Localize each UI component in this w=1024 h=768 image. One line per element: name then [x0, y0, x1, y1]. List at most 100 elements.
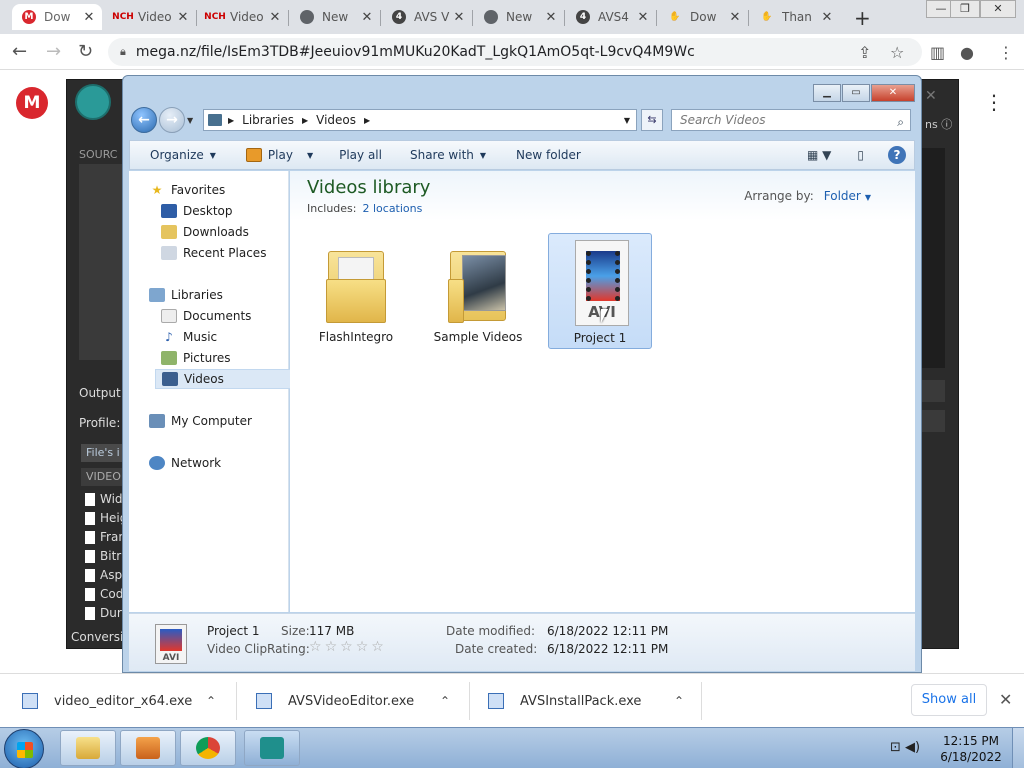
download-item[interactable]: AVSVideoEditor.exe ⌃: [256, 674, 466, 728]
new-folder-button[interactable]: New folder: [516, 148, 581, 162]
close-icon[interactable]: ✕: [82, 10, 96, 25]
breadcrumb[interactable]: ▶ Libraries ▶ Videos ▶ ▼: [203, 109, 637, 131]
tab-4[interactable]: 4 AVS V ✕: [382, 4, 472, 30]
show-all-button[interactable]: Show all: [911, 684, 987, 716]
new-tab-button[interactable]: +: [854, 6, 871, 30]
close-icon[interactable]: ✕: [452, 10, 466, 25]
nav-network[interactable]: Network: [149, 453, 221, 473]
menu-kebab-icon[interactable]: ⋮: [998, 43, 1014, 62]
forward-icon[interactable]: →: [46, 41, 61, 62]
tray-icons[interactable]: ⊡ ◀︎): [890, 740, 920, 755]
profile-icon[interactable]: ●: [960, 43, 974, 62]
taskbar-chrome[interactable]: [180, 730, 236, 766]
tab-2[interactable]: NCH Video ✕: [198, 4, 288, 30]
tab-6[interactable]: 4 AVS4 ✕: [566, 4, 656, 30]
minimize-button[interactable]: ▁: [813, 84, 841, 102]
taskbar: ⊡ ◀︎) 12:15 PM 6/18/2022: [0, 727, 1024, 768]
info-icon[interactable]: ns ⓘ: [925, 116, 952, 132]
nav-videos[interactable]: Videos: [155, 369, 307, 389]
close-button[interactable]: ✕: [871, 84, 915, 102]
tab-5[interactable]: New ✕: [474, 4, 564, 30]
close-icon[interactable]: ✕: [544, 10, 558, 25]
close-window-button[interactable]: ✕: [980, 0, 1016, 18]
forward-button[interactable]: →: [159, 107, 185, 133]
lock-icon: 🔒︎: [120, 45, 126, 58]
close-icon[interactable]: ✕: [728, 10, 742, 25]
tab-1[interactable]: NCH Video ✕: [106, 4, 196, 30]
close-icon[interactable]: ✕: [999, 690, 1012, 709]
share-with-button[interactable]: Share with ▼: [410, 148, 486, 162]
close-icon[interactable]: ✕: [360, 10, 374, 25]
start-button[interactable]: [4, 729, 44, 768]
chevron-up-icon[interactable]: ⌃: [674, 694, 684, 708]
tab-8[interactable]: ✋ Than ✕: [750, 4, 840, 30]
tab-7[interactable]: ✋ Dow ✕: [658, 4, 748, 30]
play-all-button[interactable]: Play all: [339, 148, 382, 162]
chevron-down-icon[interactable]: ▼: [865, 193, 871, 202]
locations-link[interactable]: 2 locations: [362, 202, 422, 215]
download-item[interactable]: video_editor_x64.exe ⌃: [22, 674, 232, 728]
nav-music[interactable]: ♪ Music: [161, 327, 217, 347]
pictures-icon: [161, 351, 177, 365]
breadcrumb-libraries[interactable]: Libraries: [242, 113, 294, 127]
app-logo-icon: [75, 84, 111, 120]
help-icon[interactable]: ?: [888, 146, 906, 164]
search-input[interactable]: Search Videos ⌕: [671, 109, 911, 131]
nav-desktop[interactable]: Desktop: [161, 201, 233, 221]
change-view-icon[interactable]: ▦ ▼: [807, 148, 831, 162]
close-icon[interactable]: ✕: [925, 88, 937, 104]
nav-favorites[interactable]: ★ Favorites: [149, 180, 226, 200]
maximize-button[interactable]: ▭: [842, 84, 870, 102]
file-item[interactable]: AVI Project 1: [548, 233, 652, 349]
folder-item[interactable]: Sample Videos: [426, 233, 530, 349]
tab-strip: M Dow ✕ NCH Video ✕ NCH Video ✕ New ✕ 4 …: [0, 0, 1024, 34]
nav-downloads[interactable]: Downloads: [161, 222, 249, 242]
page-menu-icon[interactable]: ⋮: [984, 90, 1004, 114]
back-button[interactable]: ←: [131, 107, 157, 133]
library-icon: [208, 114, 222, 126]
arrange-by[interactable]: Arrange by: Folder ▼: [744, 189, 871, 203]
files-info-tab[interactable]: File's i: [81, 444, 125, 462]
bookmark-star-icon[interactable]: ☆: [890, 43, 904, 62]
tab-0[interactable]: M Dow ✕: [12, 4, 102, 30]
close-icon[interactable]: ✕: [636, 10, 650, 25]
taskbar-media[interactable]: [120, 730, 176, 766]
folder-photos-icon: [446, 239, 510, 323]
video-tab[interactable]: VIDEO: [81, 468, 125, 486]
back-icon[interactable]: ←: [12, 41, 27, 62]
nav-libraries[interactable]: Libraries: [149, 285, 223, 305]
nav-recent-places[interactable]: Recent Places: [161, 243, 266, 263]
rating-stars[interactable]: ☆ ☆ ☆ ☆ ☆: [309, 639, 387, 655]
reload-icon[interactable]: ↻: [78, 41, 93, 62]
side-panel-icon[interactable]: ▥: [930, 43, 945, 62]
arrange-value[interactable]: Folder: [824, 189, 861, 203]
history-dropdown-icon[interactable]: ▼: [187, 116, 193, 125]
taskbar-app[interactable]: [244, 730, 300, 766]
nav-my-computer[interactable]: My Computer: [149, 411, 252, 431]
taskbar-explorer[interactable]: [60, 730, 116, 766]
mega-logo[interactable]: M: [16, 87, 48, 119]
clock[interactable]: 12:15 PM 6/18/2022: [936, 733, 1006, 765]
chevron-down-icon[interactable]: ▼: [624, 116, 630, 125]
refresh-button[interactable]: ⇆: [641, 109, 663, 131]
play-button[interactable]: Play ▼: [245, 148, 313, 162]
breadcrumb-videos[interactable]: Videos: [316, 113, 356, 127]
nav-documents[interactable]: Documents: [161, 306, 251, 326]
organize-button[interactable]: Organize ▼: [150, 148, 216, 162]
download-item[interactable]: AVSInstallPack.exe ⌃: [488, 674, 698, 728]
chevron-up-icon[interactable]: ⌃: [440, 694, 450, 708]
close-icon[interactable]: ✕: [176, 10, 190, 25]
tab-3[interactable]: New ✕: [290, 4, 380, 30]
preview-pane-icon[interactable]: ▯: [857, 148, 864, 162]
share-icon[interactable]: ⇪: [858, 43, 871, 62]
folder-item[interactable]: FlashIntegro: [304, 233, 408, 349]
command-bar: Organize ▼ Play ▼ Play all Share with ▼ New…: [129, 140, 915, 170]
nav-pictures[interactable]: Pictures: [161, 348, 231, 368]
close-icon[interactable]: ✕: [268, 10, 282, 25]
chevron-up-icon[interactable]: ⌃: [206, 694, 216, 708]
show-desktop-button[interactable]: [1012, 728, 1024, 768]
exe-file-icon: [256, 693, 272, 709]
address-bar[interactable]: 🔒︎ mega.nz/file/IsEm3TDB#Jeeuiov91mMUKu2…: [108, 38, 922, 66]
restore-button[interactable]: ❐: [950, 0, 980, 18]
close-icon[interactable]: ✕: [820, 10, 834, 25]
